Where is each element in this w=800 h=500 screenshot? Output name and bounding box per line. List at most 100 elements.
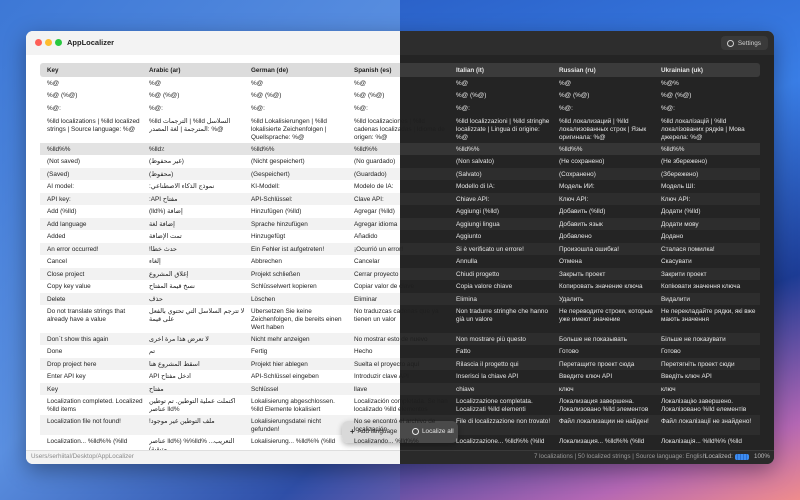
cell-ru[interactable]: %lld%% — [559, 146, 655, 154]
cell-de[interactable]: KI-Modell: — [251, 183, 347, 191]
cell-it[interactable]: Copia valore chiave — [456, 283, 552, 291]
cell-ru[interactable]: Введите ключ API — [559, 373, 655, 381]
cell-it[interactable]: %@ — [456, 80, 552, 88]
cell-it[interactable]: %@: — [456, 105, 552, 113]
cell-ar[interactable]: أدخل مفتاح API — [149, 373, 245, 381]
cell-ar[interactable]: أسقط المشروع هنا — [149, 361, 245, 369]
cell-es[interactable]: %lld%% — [354, 146, 450, 154]
cell-es[interactable]: No mostrar esto de nuevo — [354, 336, 450, 344]
table-row[interactable]: Enter API key أدخل مفتاح API API-Schlüssel… — [40, 370, 760, 383]
table-row[interactable]: Add (%lld) إضافة (%lld) Hinzufügen (%lld) A… — [40, 205, 760, 218]
cell-it[interactable]: Fatto — [456, 348, 552, 356]
cell-key[interactable]: Key — [47, 386, 144, 394]
cell-ru[interactable]: %@ — [559, 80, 655, 88]
cell-ar[interactable]: إضافة لغة — [149, 221, 245, 229]
cell-de[interactable]: %lld%% — [251, 146, 347, 154]
cell-es[interactable]: Modelo de IA: — [354, 183, 450, 191]
cell-es[interactable]: Localización completada. Se han localiza… — [354, 398, 450, 414]
cell-ru[interactable]: Модель ИИ: — [559, 183, 655, 191]
cell-ar[interactable]: %@ — [149, 80, 245, 88]
cell-key[interactable]: Copy key value — [47, 283, 144, 291]
table-row[interactable]: Cancel إلغاء Abbrechen Cancelar Annulla Отмен… — [40, 255, 760, 268]
cell-de[interactable]: API-Schlüssel: — [251, 196, 347, 204]
cell-ar[interactable]: تمت الإضافة — [149, 233, 245, 241]
table-row[interactable]: Done تم Fertig Hecho Fatto Готово Готово — [40, 345, 760, 358]
zoom-window-button[interactable] — [55, 39, 62, 46]
cell-key[interactable]: %@ — [47, 80, 144, 88]
column-header-uk[interactable]: Ukrainian (uk) — [661, 67, 757, 74]
cell-key[interactable]: API key: — [47, 196, 144, 204]
cell-key[interactable]: Enter API key — [47, 373, 144, 381]
table-row[interactable]: %@: %@: %@: %@: %@: %@: %@: — [40, 102, 760, 115]
cell-it[interactable]: Annulla — [456, 258, 552, 266]
cell-ar[interactable]: إضافة (%lld) — [149, 208, 245, 216]
cell-ru[interactable]: Локализация завершена. Локализовано %lld… — [559, 398, 655, 414]
cell-es[interactable]: (Guardado) — [354, 171, 450, 179]
cell-es[interactable]: Localizando... %lld%% — [354, 438, 450, 446]
cell-de[interactable]: %@ — [251, 80, 347, 88]
cell-uk[interactable]: Файл локалізації не знайдено! — [661, 418, 757, 426]
cell-ru[interactable]: Добавлено — [559, 233, 655, 241]
cell-it[interactable]: %lld localizzazioni | %lld stringhe loca… — [456, 118, 552, 142]
cell-de[interactable]: Schlüsselwert kopieren — [251, 283, 347, 291]
cell-ar[interactable]: (محفوظ) — [149, 171, 245, 179]
cell-de[interactable]: %@ (%@) — [251, 92, 347, 100]
table-row[interactable]: API key: مفتاح API: API-Schlüssel: Clave AP… — [40, 193, 760, 205]
cell-es[interactable]: %lld localizaciones | %lld cadenas local… — [354, 118, 450, 142]
cell-it[interactable]: Rilascia il progetto qui — [456, 361, 552, 369]
cell-key[interactable]: Drop project here — [47, 361, 144, 369]
column-header-ar[interactable]: Arabic (ar) — [149, 67, 245, 74]
column-header-ru[interactable]: Russian (ru) — [559, 67, 655, 74]
table-row[interactable]: Key مفتاح Schlüssel llave chiave ключ ключ — [40, 383, 760, 395]
cell-ru[interactable]: Локализация... %lld%% (%lld — [559, 438, 655, 446]
cell-de[interactable]: Hinzufügen (%lld) — [251, 208, 347, 216]
cell-es[interactable]: Hecho — [354, 348, 450, 356]
table-row[interactable]: Copy key value نسخ قيمة المفتاح Schlüsselw… — [40, 280, 760, 293]
cell-uk[interactable]: Локалізацію завершено. Локалізовано %lld… — [661, 398, 757, 414]
cell-de[interactable]: Übersetzen Sie keine Zeichenfolgen, die … — [251, 308, 347, 332]
column-header-de[interactable]: German (de) — [251, 67, 347, 74]
cell-es[interactable]: %@: — [354, 105, 450, 113]
cell-ar[interactable]: نموذج الذكاء الاصطناعي: — [149, 183, 245, 191]
cell-uk[interactable]: %lld локалізацій | %lld локалізованих ря… — [661, 118, 757, 142]
table-row[interactable]: %lld%% %lld٪ %lld%% %lld%% %lld%% %lld%% %lld%… — [40, 143, 760, 155]
table-row[interactable]: (Saved) (محفوظ) (Gespeichert) (Guardado) (Sa… — [40, 168, 760, 180]
column-header-key[interactable]: Key — [47, 67, 144, 74]
cell-uk[interactable]: Готово — [661, 348, 757, 356]
cell-it[interactable]: Non tradurre stringhe che hanno già un v… — [456, 308, 552, 324]
cell-key[interactable]: Cancel — [47, 258, 144, 266]
cell-uk[interactable]: Перетягніть проект сюди — [661, 361, 757, 369]
cell-ar[interactable]: إغلاق المشروع — [149, 271, 245, 279]
cell-es[interactable]: Agregar idioma — [354, 221, 450, 229]
cell-de[interactable]: Lokalisierungsdatei nicht gefunden! — [251, 418, 347, 434]
cell-es[interactable]: Clave API: — [354, 196, 450, 204]
cell-it[interactable]: Non mostrare più questo — [456, 336, 552, 344]
cell-ru[interactable]: (Сохранено) — [559, 171, 655, 179]
cell-it[interactable]: %lld%% — [456, 146, 552, 154]
cell-ru[interactable]: Произошла ошибка! — [559, 246, 655, 254]
cell-key[interactable]: Localization... %lld%% (%lld — [47, 438, 144, 446]
cell-es[interactable]: Cerrar proyecto — [354, 271, 450, 279]
cell-ar[interactable]: %@: — [149, 105, 245, 113]
table-row[interactable]: AI model: نموذج الذكاء الاصطناعي: KI-Model… — [40, 180, 760, 193]
cell-de[interactable]: Abbrechen — [251, 258, 347, 266]
cell-uk[interactable]: Ключ API: — [661, 196, 757, 204]
cell-ar[interactable]: إلغاء — [149, 258, 245, 266]
cell-uk[interactable]: Копіювати значення ключа — [661, 283, 757, 291]
column-header-es[interactable]: Spanish (es) — [354, 67, 450, 74]
cell-es[interactable]: (No guardado) — [354, 158, 450, 166]
cell-uk[interactable]: Додати (%lld) — [661, 208, 757, 216]
cell-es[interactable]: Suelta el proyecto aquí — [354, 361, 450, 369]
cell-ru[interactable]: Ключ API: — [559, 196, 655, 204]
cell-key[interactable]: Added — [47, 233, 144, 241]
cell-ru[interactable]: Готово — [559, 348, 655, 356]
cell-ar[interactable]: مفتاح — [149, 386, 245, 394]
cell-it[interactable]: (Non salvato) — [456, 158, 552, 166]
cell-de[interactable]: Projekt hier ablegen — [251, 361, 347, 369]
cell-uk[interactable]: %@% — [661, 80, 757, 88]
cell-ru[interactable]: Добавить (%lld) — [559, 208, 655, 216]
cell-uk[interactable]: %@: — [661, 105, 757, 113]
cell-uk[interactable]: Модель ШІ: — [661, 183, 757, 191]
cell-de[interactable]: Nicht mehr anzeigen — [251, 336, 347, 344]
cell-it[interactable]: Inserisci la chiave API — [456, 373, 552, 381]
